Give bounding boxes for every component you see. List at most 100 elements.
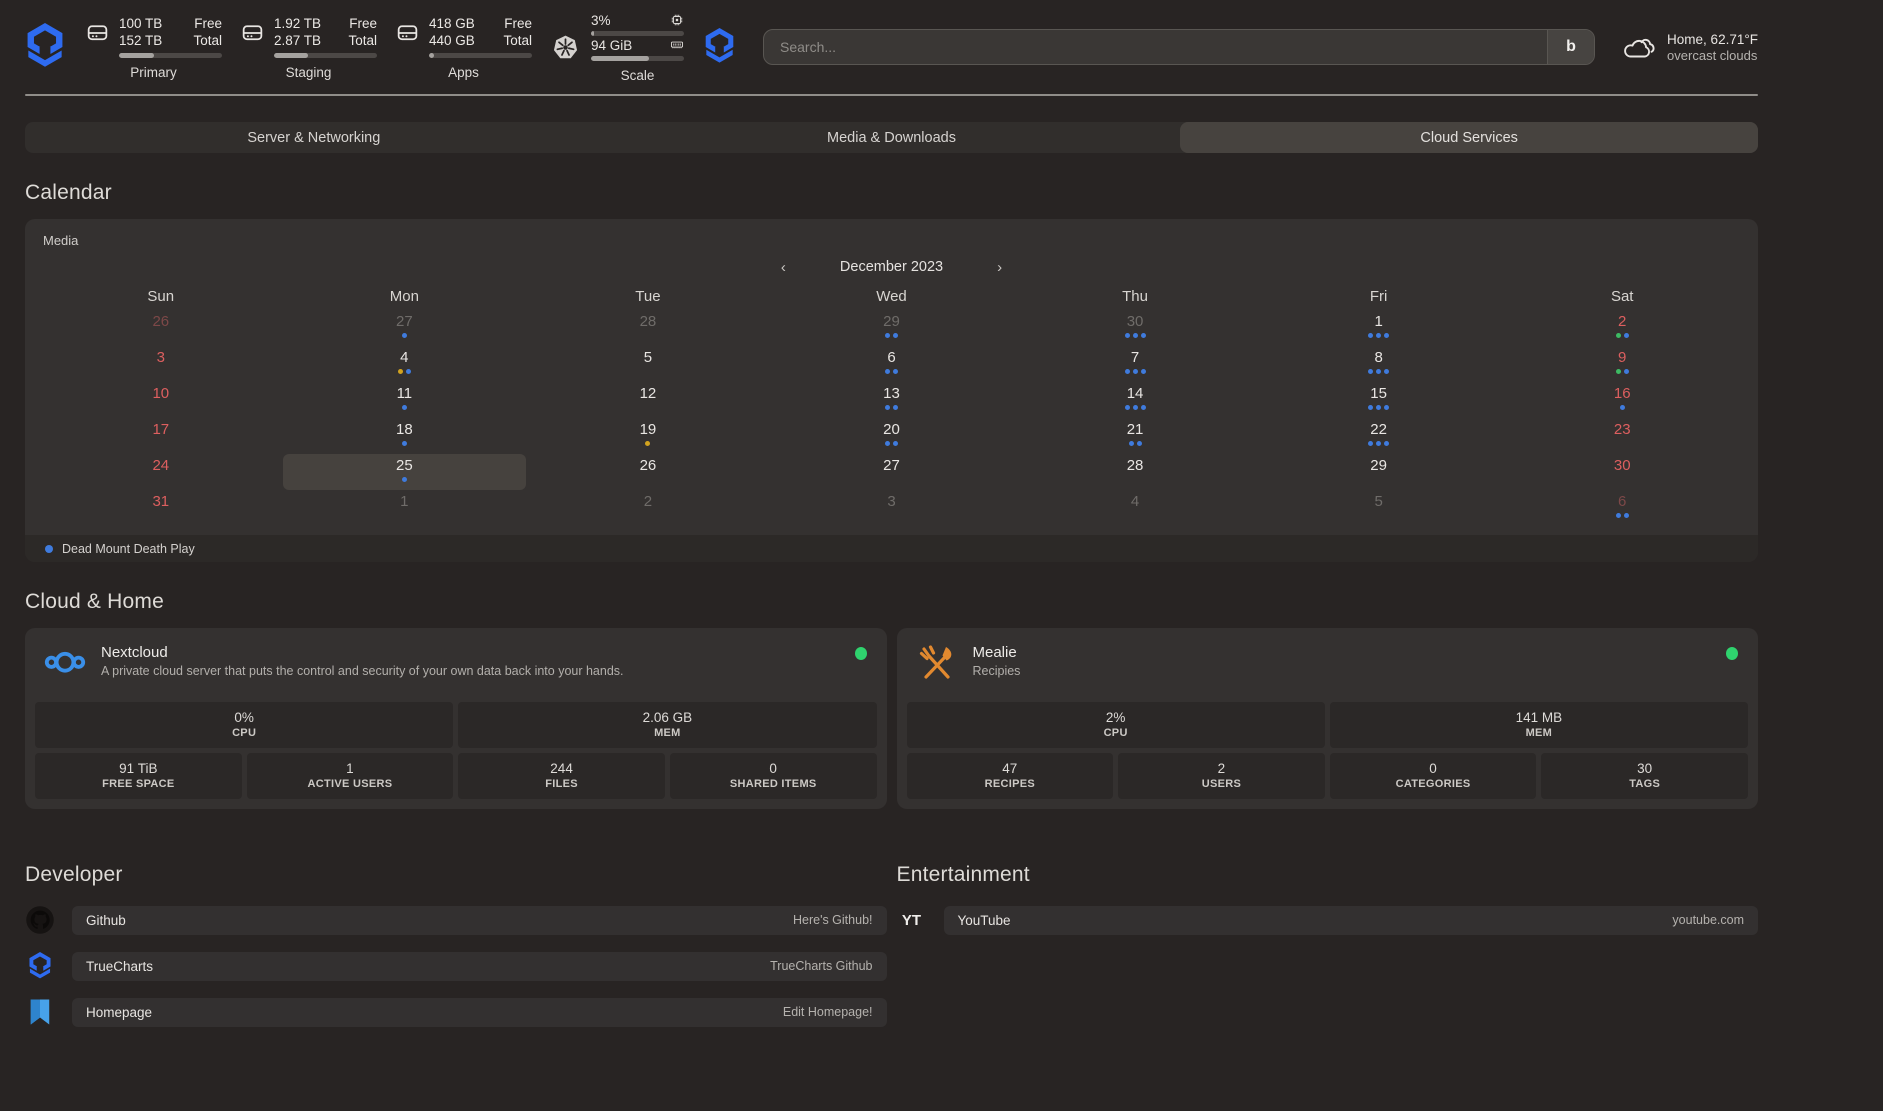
calendar-day[interactable]: 13 — [770, 382, 1014, 418]
event-dot — [893, 441, 898, 446]
tab-server-networking[interactable]: Server & Networking — [25, 122, 603, 153]
event-dot — [402, 477, 407, 482]
event-dot — [645, 441, 650, 446]
event-dot — [893, 405, 898, 410]
calendar-day[interactable]: 17 — [39, 418, 283, 454]
tab-cloud-services[interactable]: Cloud Services — [1180, 122, 1758, 153]
bookmark-link-github[interactable]: GithubHere's Github! — [72, 906, 887, 935]
calendar-day[interactable]: 22 — [1257, 418, 1501, 454]
nextcloud-icon — [43, 643, 87, 685]
service-stat: 2USERS — [1118, 753, 1325, 799]
calendar-day[interactable]: 20 — [770, 418, 1014, 454]
weekday-label: Sun — [39, 283, 283, 310]
header: 100 TBFree152 TBTotalPrimary1.92 TBFree2… — [25, 0, 1758, 94]
calendar-day[interactable]: 29 — [770, 310, 1014, 346]
calendar-day[interactable]: 2 — [1500, 310, 1744, 346]
calendar-day[interactable]: 6 — [770, 346, 1014, 382]
calendar-day[interactable]: 2 — [526, 490, 770, 526]
truecharts-logo — [25, 23, 65, 71]
storage-widget-apps: 418 GBFree440 GBTotalApps — [395, 15, 532, 80]
calendar-next-button[interactable]: › — [993, 258, 1006, 277]
event-dot — [1376, 333, 1381, 338]
event-dot — [1368, 333, 1373, 338]
calendar-day-selected[interactable]: 25 — [283, 454, 527, 490]
calendar-day[interactable]: 26 — [526, 454, 770, 490]
event-dot — [1368, 369, 1373, 374]
event-dot — [398, 369, 403, 374]
services-row: NextcloudA private cloud server that put… — [25, 628, 1758, 809]
calendar-day[interactable]: 14 — [1013, 382, 1257, 418]
calendar-day[interactable]: 29 — [1257, 454, 1501, 490]
bookmark-link-youtube[interactable]: YouTubeyoutube.com — [944, 906, 1759, 935]
service-stat: 141 MBMEM — [1330, 702, 1748, 748]
service-link-nextcloud[interactable]: NextcloudA private cloud server that put… — [35, 638, 877, 697]
calendar-day[interactable]: 8 — [1257, 346, 1501, 382]
calendar-day[interactable]: 6 — [1500, 490, 1744, 526]
calendar-day[interactable]: 9 — [1500, 346, 1744, 382]
calendar-day[interactable]: 19 — [526, 418, 770, 454]
event-dot — [1368, 405, 1373, 410]
bookmark-link-truecharts[interactable]: TrueChartsTrueCharts Github — [72, 952, 887, 981]
event-dot — [1141, 405, 1146, 410]
calendar-day[interactable]: 27 — [283, 310, 527, 346]
bookmark-groups: DeveloperGithubHere's Github!TrueChartsT… — [25, 863, 1758, 1043]
calendar-day[interactable]: 12 — [526, 382, 770, 418]
calendar-day[interactable]: 30 — [1500, 454, 1744, 490]
calendar-day[interactable]: 5 — [526, 346, 770, 382]
calendar-day[interactable]: 5 — [1257, 490, 1501, 526]
event-dot — [1129, 441, 1134, 446]
weekday-label: Tue — [526, 283, 770, 310]
tab-bar: Server & NetworkingMedia & DownloadsClou… — [25, 122, 1758, 153]
calendar-day[interactable]: 3 — [770, 490, 1014, 526]
service-stat: 0CATEGORIES — [1330, 753, 1537, 799]
calendar-day[interactable]: 28 — [526, 310, 770, 346]
event-dot — [1624, 369, 1629, 374]
calendar-day[interactable]: 31 — [39, 490, 283, 526]
calendar-day[interactable]: 11 — [283, 382, 527, 418]
calendar-day[interactable]: 27 — [770, 454, 1014, 490]
storage-value: 152 TB — [119, 32, 162, 49]
calendar-widget-label: Media — [39, 231, 1744, 254]
calendar-day[interactable]: 26 — [39, 310, 283, 346]
bookmark-link-homepage[interactable]: HomepageEdit Homepage! — [72, 998, 887, 1027]
calendar-day[interactable]: 4 — [1013, 490, 1257, 526]
calendar-day[interactable]: 21 — [1013, 418, 1257, 454]
calendar-day[interactable]: 4 — [283, 346, 527, 382]
search-provider-button[interactable]: b — [1547, 30, 1594, 64]
section-title-calendar: Calendar — [25, 181, 1758, 205]
calendar-day[interactable]: 23 — [1500, 418, 1744, 454]
calendar-day[interactable]: 15 — [1257, 382, 1501, 418]
calendar-day[interactable]: 1 — [1257, 310, 1501, 346]
event-dot — [1141, 333, 1146, 338]
calendar-day[interactable]: 16 — [1500, 382, 1744, 418]
calendar-day[interactable]: 7 — [1013, 346, 1257, 382]
calendar-day[interactable]: 28 — [1013, 454, 1257, 490]
storage-value: 1.92 TB — [274, 15, 321, 32]
calendar-day[interactable]: 10 — [39, 382, 283, 418]
weekday-label: Fri — [1257, 283, 1501, 310]
weather-widget: Home, 62.71°F overcast clouds — [1621, 31, 1758, 64]
homepage-icon — [25, 997, 55, 1027]
status-indicator — [1726, 647, 1738, 660]
weekday-label: Thu — [1013, 283, 1257, 310]
calendar-day[interactable]: 24 — [39, 454, 283, 490]
service-title: Mealie — [973, 643, 1021, 662]
calendar-month-label: December 2023 — [840, 259, 943, 275]
bookmark-group-entertainment: EntertainmentYTYouTubeyoutube.com — [897, 863, 1759, 1043]
calendar-day[interactable]: 30 — [1013, 310, 1257, 346]
service-stat: 2.06 GBMEM — [458, 702, 876, 748]
event-dot-icon — [45, 545, 53, 553]
tab-media-downloads[interactable]: Media & Downloads — [603, 122, 1181, 153]
search-input[interactable] — [764, 30, 1547, 64]
event-dot — [1616, 333, 1621, 338]
calendar-day[interactable]: 1 — [283, 490, 527, 526]
calendar-prev-button[interactable]: ‹ — [777, 258, 790, 277]
service-link-mealie[interactable]: MealieRecipies — [907, 638, 1749, 697]
service-stat: 1ACTIVE USERS — [247, 753, 454, 799]
service-subtitle: A private cloud server that puts the con… — [101, 664, 624, 678]
service-stat: 0SHARED ITEMS — [670, 753, 877, 799]
mealie-icon — [915, 643, 959, 685]
calendar-day[interactable]: 18 — [283, 418, 527, 454]
calendar-day[interactable]: 3 — [39, 346, 283, 382]
storage-progress-bar — [429, 53, 532, 58]
